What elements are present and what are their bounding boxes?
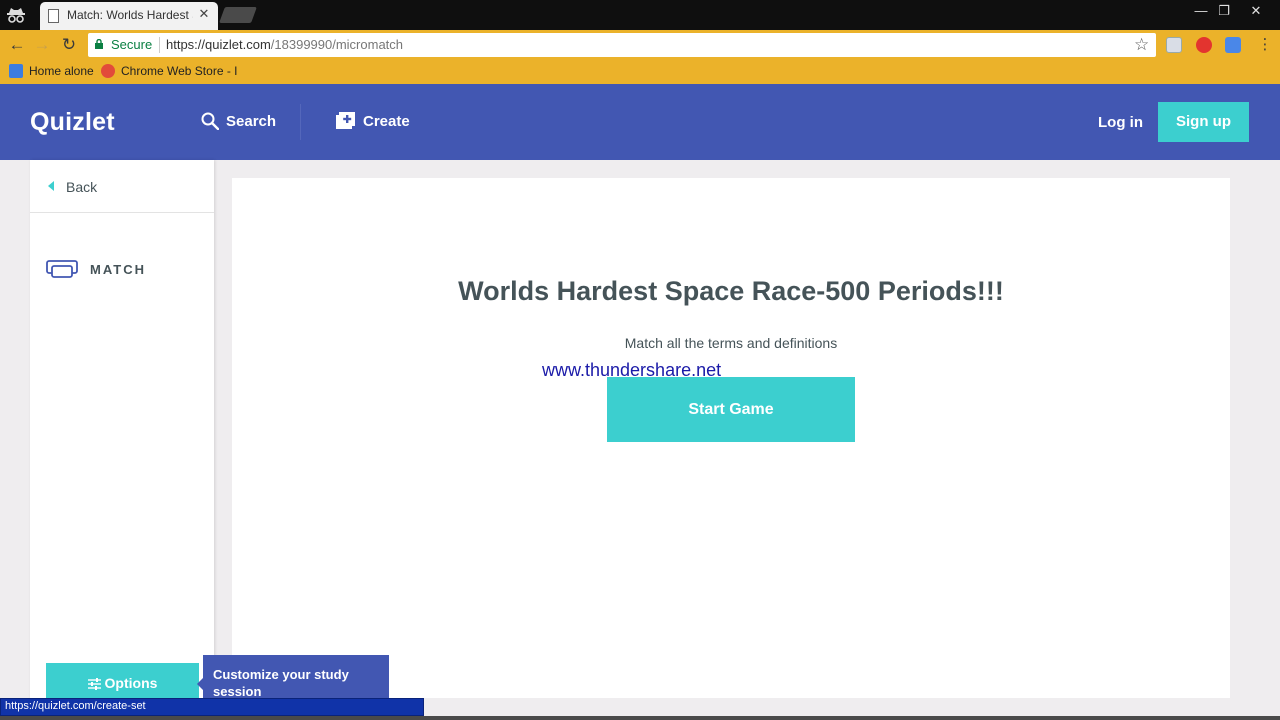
pinned-bookmark-icon xyxy=(9,64,23,78)
search-label: Search xyxy=(226,113,277,130)
url-text[interactable]: https://quizlet.com/18399990/micromatch xyxy=(166,37,403,52)
match-instructions: Match all the terms and definitions xyxy=(624,335,838,351)
create-nav[interactable]: Create xyxy=(336,112,410,130)
close-window-button[interactable]: ✕ xyxy=(1243,2,1269,20)
tab-title: Match: Worlds Hardest Sp xyxy=(67,8,193,22)
incognito-icon xyxy=(7,8,25,23)
secure-label: Secure xyxy=(111,37,153,52)
search-nav[interactable]: Search xyxy=(201,112,277,131)
address-bar[interactable]: Secure https://quizlet.com/18399990/micr… xyxy=(88,33,1156,57)
match-mode-label[interactable]: MATCH xyxy=(90,262,146,277)
tab-close-icon[interactable]: ✕ xyxy=(197,6,211,22)
bookmark-star-icon[interactable]: ☆ xyxy=(1134,35,1149,55)
bookmark-label: Home alone xyxy=(29,64,94,78)
back-label: Back xyxy=(66,179,98,195)
signup-button[interactable]: Sign up xyxy=(1158,102,1249,142)
bookmark-label: Chrome Web Store - I xyxy=(121,64,238,78)
set-title: Worlds Hardest Space Race-500 Periods!!! xyxy=(458,276,1004,306)
create-icon xyxy=(336,112,355,129)
bookmarks-bar: Home alone Chrome Web Store - I xyxy=(0,60,1280,84)
nav-divider xyxy=(300,104,301,140)
search-icon xyxy=(201,112,220,131)
extension-red-icon[interactable] xyxy=(1196,37,1212,53)
url-host: https://quizlet.com xyxy=(166,37,271,52)
back-arrow-icon[interactable]: ← xyxy=(6,34,28,56)
study-sidebar: Back MATCH xyxy=(30,160,214,700)
page-icon xyxy=(48,9,59,23)
create-label: Create xyxy=(363,113,410,130)
caret-left-icon xyxy=(48,181,54,191)
login-link[interactable]: Log in xyxy=(1098,114,1143,131)
options-button[interactable]: Options xyxy=(46,663,199,703)
browser-titlebar: Match: Worlds Hardest Sp ✕ — ❐ ✕ xyxy=(0,0,1280,30)
translate-extension-icon[interactable] xyxy=(1225,37,1241,53)
window-bottom-edge xyxy=(0,716,1280,720)
new-tab-button[interactable] xyxy=(219,7,257,23)
bookmark-chrome-web-store[interactable]: Chrome Web Store - I xyxy=(101,64,237,78)
start-game-button[interactable]: Start Game xyxy=(607,377,855,442)
match-intro-card: Worlds Hardest Space Race-500 Periods!!!… xyxy=(232,178,1230,698)
options-tooltip: Customize your study session xyxy=(203,655,389,701)
forward-arrow-icon[interactable]: → xyxy=(31,34,53,56)
back-link[interactable]: Back xyxy=(30,160,214,213)
sliders-icon xyxy=(87,678,101,690)
reload-icon[interactable]: ↻ xyxy=(58,34,80,56)
restore-button[interactable]: ❐ xyxy=(1211,2,1237,20)
link-status-bar: https://quizlet.com/create-set xyxy=(0,698,424,716)
url-divider xyxy=(159,37,160,53)
options-label: Options xyxy=(104,675,158,691)
chrome-store-icon xyxy=(101,64,115,78)
match-mode-icon xyxy=(46,260,78,278)
bookmark-home-alone[interactable]: Home alone xyxy=(9,64,94,78)
url-path: /18399990/micromatch xyxy=(270,37,404,52)
extension-cast-icon[interactable] xyxy=(1166,37,1182,53)
site-header: Quizlet Search Create Log in Sign up xyxy=(0,84,1280,160)
menu-dots-icon[interactable]: ⋮ xyxy=(1254,34,1276,56)
browser-tab[interactable]: Match: Worlds Hardest Sp ✕ xyxy=(40,2,218,30)
watermark-text: www.thundershare.net xyxy=(542,360,722,380)
quizlet-logo[interactable]: Quizlet xyxy=(30,108,115,137)
lock-icon xyxy=(95,39,103,49)
browser-toolbar: ← → ↻ Secure https://quizlet.com/1839999… xyxy=(0,30,1280,60)
